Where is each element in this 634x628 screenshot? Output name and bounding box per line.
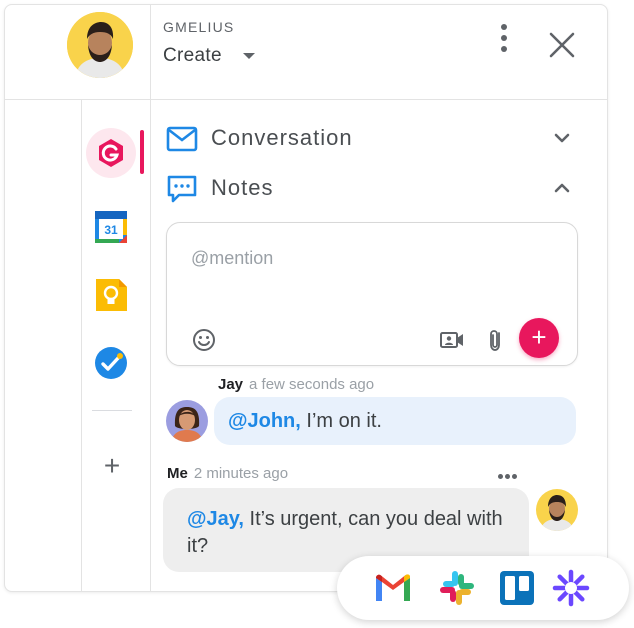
gmail-icon[interactable] [373,568,413,608]
message-meta: Me 2 minutes ago [167,465,288,482]
rail-divider [81,100,82,591]
create-dropdown[interactable]: Create [163,45,222,67]
divider-vertical [150,5,151,591]
app-brand: GMELIUS [163,19,235,35]
trello-icon[interactable] [497,568,537,608]
chevron-down-icon[interactable] [243,53,255,59]
avatar[interactable] [166,400,208,442]
close-icon[interactable] [545,28,579,62]
chevron-down-icon[interactable] [552,128,572,148]
message-time: a few seconds ago [249,376,375,393]
message-meta: Jay a few seconds ago [218,376,374,393]
notes-icon [166,173,198,205]
section-notes[interactable]: Notes [211,175,273,201]
gmelius-icon[interactable] [86,128,136,178]
mail-icon [166,123,198,155]
zapier-icon[interactable] [551,568,591,608]
emoji-icon[interactable] [191,327,217,353]
mention[interactable]: @Jay, [187,508,244,530]
message-author: Jay [218,376,244,393]
message-text: I’m on it. [300,410,382,432]
add-note-button[interactable]: + [519,318,559,358]
more-horizontal-icon[interactable] [498,466,522,479]
user-avatar[interactable] [67,12,133,78]
message-author: Me [167,465,188,482]
header-divider [5,99,607,100]
avatar[interactable] [536,489,578,531]
more-vertical-icon[interactable] [496,24,512,64]
rail-active-indicator [140,130,144,174]
message-bubble: @John, I’m on it. [214,397,576,445]
google-tasks-icon[interactable] [86,338,136,388]
slack-icon[interactable] [437,568,477,608]
google-calendar-icon[interactable]: 31 [86,202,136,252]
mention[interactable]: @John, [228,410,301,432]
google-keep-icon[interactable] [86,270,136,320]
integrations-bar [337,556,629,620]
video-call-icon[interactable] [439,327,465,353]
calendar-day: 31 [104,223,118,237]
section-conversation[interactable]: Conversation [211,125,353,151]
message-time: 2 minutes ago [193,465,289,482]
mention-input[interactable] [189,247,553,270]
note-composer: + [166,222,578,366]
attachment-icon[interactable] [483,327,509,353]
rail-separator [92,410,132,411]
add-app-icon[interactable]: + [98,452,126,480]
chevron-up-icon[interactable] [552,178,572,198]
